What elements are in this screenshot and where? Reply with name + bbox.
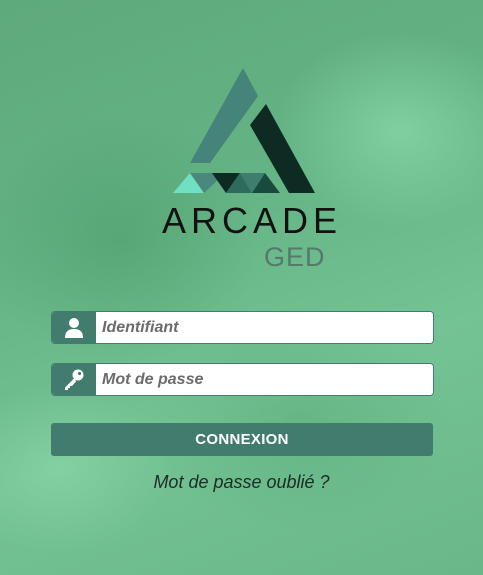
- password-input[interactable]: [96, 364, 433, 395]
- user-icon: [52, 312, 96, 343]
- username-field[interactable]: [51, 311, 434, 344]
- connexion-button[interactable]: CONNEXION: [51, 423, 433, 456]
- brand-name: ARCADE: [162, 200, 343, 241]
- username-input[interactable]: [96, 312, 433, 343]
- brand-subtitle: GED: [264, 242, 326, 272]
- password-field[interactable]: [51, 363, 434, 396]
- key-icon: [52, 364, 96, 395]
- app-logo: ARCADE GED: [0, 0, 483, 280]
- forgot-password-link[interactable]: Mot de passe oublié ?: [0, 472, 483, 493]
